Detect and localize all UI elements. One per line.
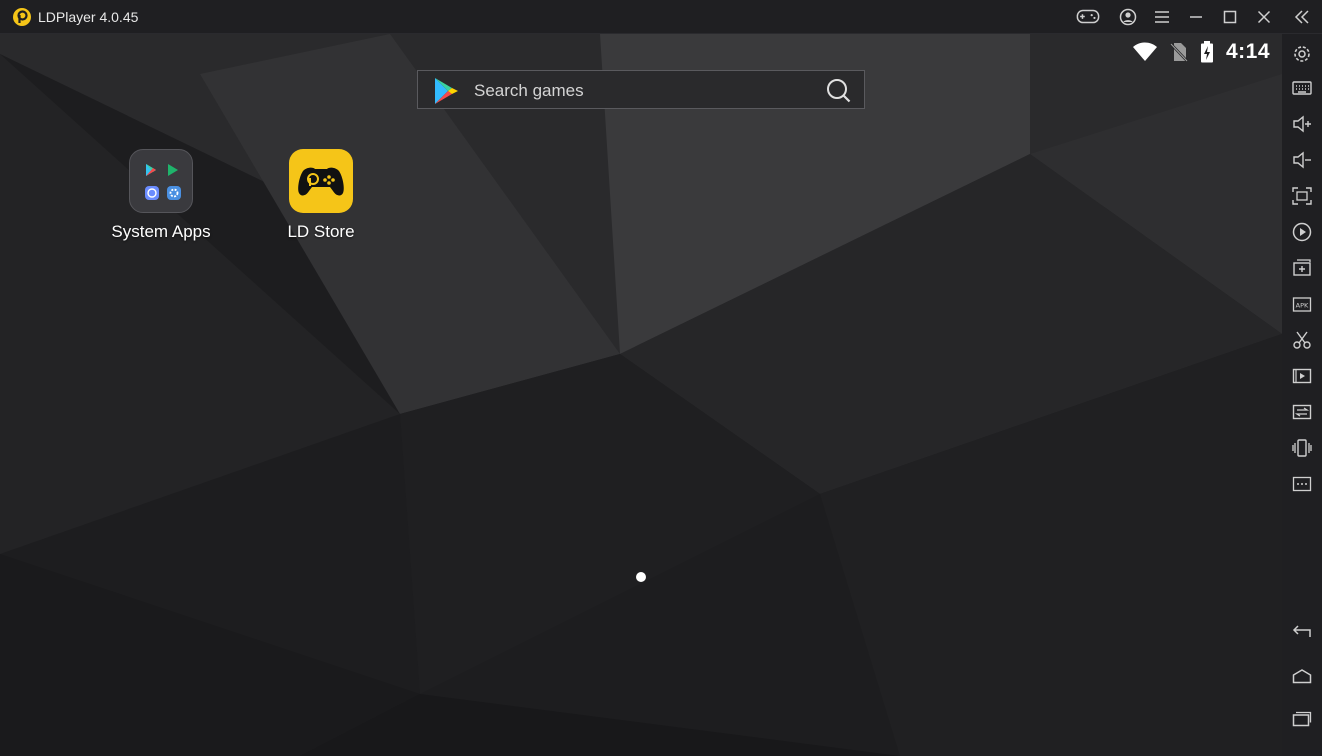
install-apk-icon: APK bbox=[1292, 297, 1312, 312]
system-apps-folder-icon bbox=[129, 149, 193, 213]
collapse-sidebar-button[interactable] bbox=[1290, 5, 1314, 29]
back-icon bbox=[1292, 625, 1311, 637]
maximize-button[interactable] bbox=[1218, 5, 1242, 29]
title-bar: LDPlayer 4.0.45 bbox=[0, 0, 1322, 34]
sync-button[interactable] bbox=[1290, 400, 1314, 424]
minimize-icon bbox=[1190, 16, 1202, 18]
add-instance-button[interactable] bbox=[1290, 256, 1314, 280]
screenshot-button[interactable] bbox=[1290, 328, 1314, 352]
ld-store-icon bbox=[289, 149, 353, 213]
home-icon bbox=[1292, 669, 1312, 684]
window-title: LDPlayer 4.0.45 bbox=[38, 9, 139, 25]
close-button[interactable] bbox=[1252, 5, 1276, 29]
battery-charging-icon bbox=[1200, 41, 1213, 63]
status-bar: 4:14 bbox=[1132, 38, 1270, 66]
video-record-button[interactable] bbox=[1290, 364, 1314, 388]
add-instance-icon bbox=[1293, 259, 1311, 276]
keyboard-mapping-icon bbox=[1292, 81, 1312, 95]
video-record-icon bbox=[1292, 368, 1312, 384]
settings-icon bbox=[1294, 46, 1310, 62]
minimize-button[interactable] bbox=[1184, 5, 1208, 29]
search-icon[interactable] bbox=[826, 78, 852, 104]
volume-up-button[interactable] bbox=[1290, 112, 1314, 136]
fullscreen-icon bbox=[1292, 187, 1312, 205]
record-button[interactable] bbox=[1290, 220, 1314, 244]
recent-apps-icon bbox=[1292, 711, 1312, 727]
app-label-system-apps: System Apps bbox=[111, 222, 211, 241]
more-icon bbox=[1292, 476, 1312, 492]
install-apk-button[interactable]: APK bbox=[1290, 292, 1314, 316]
close-icon bbox=[1257, 10, 1271, 24]
settings-button[interactable] bbox=[1290, 42, 1314, 66]
wifi-icon bbox=[1132, 42, 1157, 61]
home-button[interactable] bbox=[1290, 664, 1314, 688]
volume-up-icon bbox=[1293, 115, 1311, 133]
volume-down-button[interactable] bbox=[1290, 148, 1314, 172]
app-label-ld-store: LD Store bbox=[287, 222, 355, 241]
ldplayer-logo-icon bbox=[13, 8, 31, 26]
keyboard-mapping-button[interactable] bbox=[1290, 76, 1314, 100]
android-screen[interactable]: 4:14 Search games System Apps LD Store bbox=[0, 34, 1282, 756]
gamepad-button[interactable] bbox=[1076, 5, 1100, 29]
sync-icon bbox=[1292, 404, 1312, 420]
account-icon bbox=[1119, 8, 1137, 26]
page-indicator-dot bbox=[636, 572, 646, 582]
gamepad-icon bbox=[1076, 9, 1100, 24]
back-button[interactable] bbox=[1290, 619, 1314, 643]
app-ld-store[interactable]: LD Store bbox=[261, 149, 381, 242]
emulator-toolbar: APK bbox=[1282, 34, 1322, 756]
search-placeholder: Search games bbox=[474, 81, 584, 100]
google-play-icon bbox=[435, 78, 458, 104]
svg-text:APK: APK bbox=[1296, 302, 1309, 310]
status-clock: 4:14 bbox=[1225, 40, 1270, 63]
menu-icon bbox=[1155, 11, 1169, 23]
maximize-icon bbox=[1223, 10, 1237, 24]
shake-icon bbox=[1292, 439, 1312, 457]
recent-apps-button[interactable] bbox=[1290, 707, 1314, 731]
more-button[interactable] bbox=[1290, 472, 1314, 496]
account-button[interactable] bbox=[1116, 5, 1140, 29]
screenshot-scissors-icon bbox=[1293, 331, 1311, 349]
fullscreen-button[interactable] bbox=[1290, 184, 1314, 208]
wallpaper bbox=[0, 34, 1282, 756]
no-sim-icon bbox=[1170, 43, 1188, 62]
volume-down-icon bbox=[1293, 151, 1311, 169]
record-icon bbox=[1292, 222, 1312, 242]
search-games-bar[interactable]: Search games bbox=[417, 70, 865, 109]
collapse-sidebar-icon bbox=[1294, 10, 1309, 24]
menu-button[interactable] bbox=[1150, 5, 1174, 29]
app-system-apps[interactable]: System Apps bbox=[101, 149, 221, 242]
shake-button[interactable] bbox=[1290, 436, 1314, 460]
